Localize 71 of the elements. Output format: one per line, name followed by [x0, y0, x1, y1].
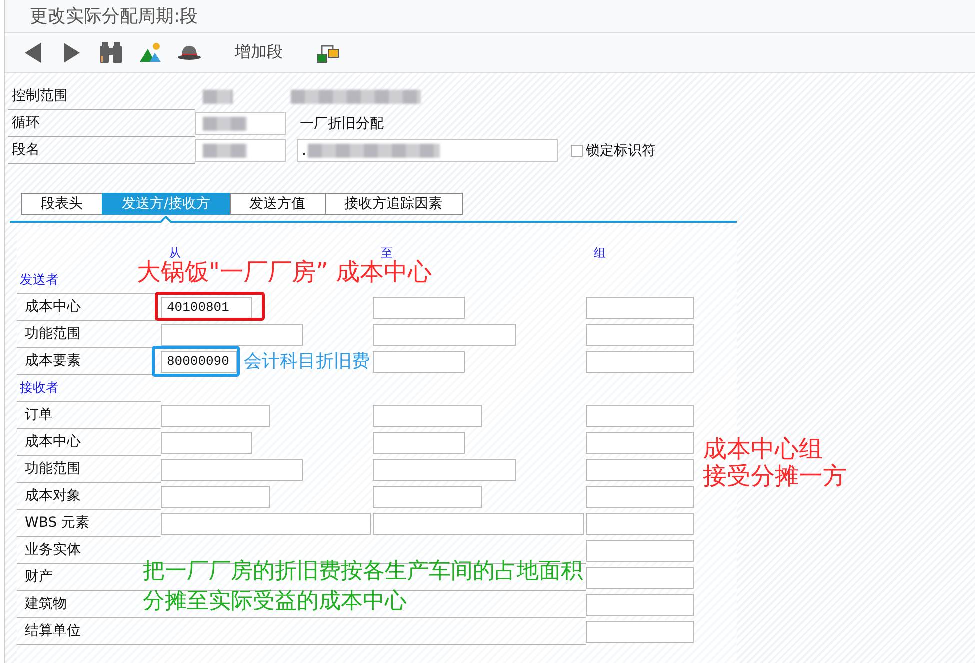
annotation-text: 成本中心组 — [703, 436, 823, 463]
row-label: 功能范围 — [25, 325, 81, 343]
field-label: 循环 — [12, 114, 40, 132]
column-header: 从 — [169, 245, 181, 261]
row-label: 结算单位 — [25, 622, 81, 640]
cycle-description: 一厂折旧分配 — [300, 114, 384, 132]
row-label: 建筑物 — [25, 595, 67, 613]
column-header: 至 — [381, 245, 393, 260]
text-field[interactable]: . — [297, 139, 558, 162]
row-label: 业务实体 — [25, 541, 81, 559]
input-field[interactable] — [373, 296, 465, 318]
column-header: 组 — [594, 245, 606, 262]
input-field[interactable] — [586, 512, 694, 534]
tab[interactable]: 发送方值 — [230, 193, 326, 215]
input-field[interactable] — [586, 350, 694, 372]
row-label: 功能范围 — [25, 460, 81, 478]
input-field[interactable] — [373, 458, 516, 480]
section-title: 接收者 — [20, 380, 59, 397]
forward-icon[interactable] — [64, 42, 80, 62]
annotation-text: 大锅饭"一厂厂房” 成本中心 — [137, 258, 432, 286]
back-icon[interactable] — [25, 42, 41, 62]
input-field[interactable] — [373, 432, 465, 454]
input-field[interactable] — [373, 350, 465, 372]
input-field[interactable] — [195, 112, 286, 135]
input-field[interactable] — [373, 404, 482, 426]
input-field[interactable] — [586, 432, 694, 454]
mountains-icon[interactable] — [140, 43, 161, 62]
row-label: 成本中心 — [25, 433, 81, 451]
checkbox-label: 锁定标识符 — [586, 142, 656, 160]
annotation-text: 把一厂厂房的折旧费按各生产车间的占地面积 — [143, 558, 583, 585]
input-field[interactable] — [586, 486, 694, 508]
window-title: 更改实际分配周期:段 — [30, 5, 198, 28]
input-field[interactable]: 40100801 — [161, 296, 252, 318]
hat-icon[interactable] — [178, 46, 201, 60]
row-label: 成本中心 — [25, 298, 81, 316]
tab[interactable]: 段表头 — [21, 193, 103, 215]
input-field[interactable] — [161, 404, 270, 426]
input-field[interactable] — [373, 324, 516, 346]
input-field[interactable] — [586, 404, 694, 426]
annotation-text: 会计科目折旧费 — [244, 351, 370, 373]
input-field[interactable] — [586, 296, 694, 318]
tab[interactable]: 接收方追踪因素 — [324, 193, 463, 215]
annotation-text: 接受分摊一方 — [703, 463, 847, 490]
input-field[interactable]: 80000090 — [161, 350, 237, 372]
input-field[interactable] — [161, 324, 303, 346]
input-field[interactable] — [373, 512, 584, 534]
input-field[interactable] — [161, 458, 303, 480]
input-field[interactable] — [161, 512, 371, 534]
binoculars-icon[interactable] — [100, 42, 122, 63]
add-segment-button[interactable]: 增加段 — [235, 42, 283, 63]
row-label: 订单 — [25, 406, 53, 424]
input-field[interactable] — [586, 594, 694, 616]
linked-boxes-icon[interactable] — [317, 42, 339, 62]
input-field[interactable] — [586, 620, 694, 642]
row-label: WBS 元素 — [25, 514, 90, 532]
input-field[interactable] — [161, 432, 252, 454]
input-field[interactable] — [586, 324, 694, 346]
input-field[interactable] — [586, 566, 694, 588]
checkbox[interactable] — [571, 144, 583, 156]
input-field[interactable] — [373, 486, 482, 508]
row-label: 成本对象 — [25, 487, 81, 505]
row-label: 财产 — [25, 568, 53, 586]
input-field[interactable] — [586, 540, 694, 562]
input-field[interactable] — [161, 486, 270, 508]
section-title: 发送者 — [20, 272, 59, 289]
field-label: 控制范围 — [12, 87, 68, 105]
row-label: 成本要素 — [25, 352, 81, 370]
input-field[interactable] — [586, 458, 694, 480]
field-label: 段名 — [12, 141, 40, 159]
annotation-text: 分摊至实际受益的成本中心 — [143, 588, 407, 615]
input-field[interactable] — [195, 139, 286, 162]
